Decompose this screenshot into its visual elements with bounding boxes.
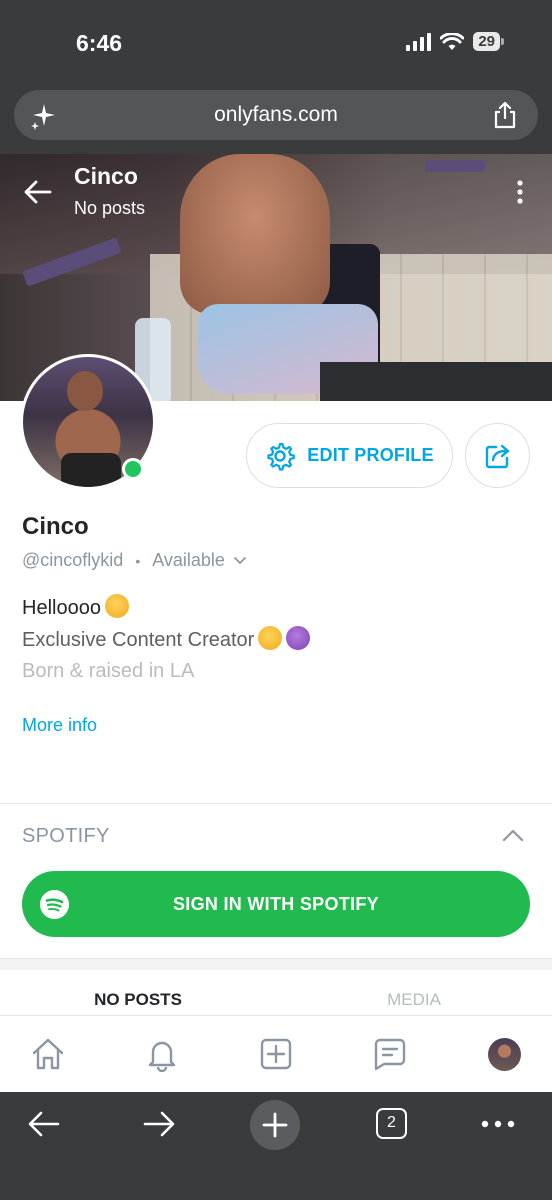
profile-avatar-nav[interactable] bbox=[488, 1038, 521, 1071]
url-text[interactable]: onlyfans.com bbox=[214, 103, 338, 127]
share-box-icon bbox=[485, 444, 509, 468]
battery-indicator: 29 bbox=[473, 32, 504, 51]
status-time: 6:46 bbox=[76, 30, 123, 56]
bio-line-1: Helloooo bbox=[22, 594, 129, 620]
plus-icon bbox=[262, 1112, 288, 1138]
spotify-section-title: SPOTIFY bbox=[22, 825, 110, 847]
new-tab-button[interactable] bbox=[250, 1100, 300, 1150]
edit-profile-button[interactable]: EDIT PROFILE bbox=[246, 423, 453, 488]
divider bbox=[0, 803, 552, 804]
battery-level: 29 bbox=[473, 32, 500, 51]
spotify-logo-icon bbox=[40, 890, 69, 919]
share-icon[interactable] bbox=[492, 101, 518, 129]
chevron-up-icon[interactable] bbox=[502, 828, 524, 842]
add-post-icon[interactable] bbox=[258, 1036, 294, 1072]
bio-line-2: Exclusive Content Creator bbox=[22, 626, 311, 652]
profile-handle: @cincoflykid bbox=[22, 550, 124, 570]
status-indicators: 29 bbox=[406, 32, 504, 51]
forward-arrow-icon[interactable] bbox=[143, 1110, 175, 1138]
more-vertical-icon[interactable] bbox=[516, 180, 524, 204]
top-chrome: 6:46 29 onlyfans.com bbox=[0, 0, 552, 154]
availability-dropdown[interactable]: Available bbox=[152, 550, 225, 571]
shushing-face-emoji bbox=[258, 626, 283, 650]
profile-name: Cinco bbox=[22, 513, 89, 540]
tab-no-posts[interactable]: NO POSTS bbox=[0, 990, 276, 1010]
wifi-icon bbox=[440, 32, 465, 50]
bio-line-3: Born & raised in LA bbox=[22, 660, 195, 682]
online-status-dot bbox=[122, 458, 144, 480]
spotify-signin-button[interactable]: SIGN IN WITH SPOTIFY bbox=[22, 871, 530, 937]
back-arrow-icon[interactable] bbox=[28, 1110, 60, 1138]
home-icon[interactable] bbox=[30, 1036, 66, 1072]
more-info-link[interactable]: More info bbox=[22, 715, 97, 736]
section-gap bbox=[0, 958, 552, 970]
smiling-devil-emoji bbox=[286, 626, 311, 650]
cover-subtitle: No posts bbox=[74, 198, 146, 218]
cover-title: Cinco bbox=[74, 163, 138, 189]
tabs-count-button[interactable]: 2 bbox=[376, 1108, 407, 1139]
shushing-face-emoji bbox=[104, 594, 129, 618]
share-profile-button[interactable] bbox=[465, 423, 530, 488]
bell-icon[interactable] bbox=[144, 1036, 180, 1072]
chevron-down-icon[interactable] bbox=[233, 556, 247, 566]
address-bar[interactable]: onlyfans.com bbox=[14, 90, 538, 140]
bottom-navigation bbox=[0, 1015, 552, 1092]
settings-gear-icon bbox=[267, 442, 296, 471]
browser-toolbar: 2 bbox=[0, 1092, 552, 1200]
cellular-signal-icon bbox=[406, 32, 432, 51]
tab-media[interactable]: MEDIA bbox=[276, 990, 552, 1010]
ellipsis-icon[interactable] bbox=[481, 1119, 515, 1129]
back-arrow-icon[interactable] bbox=[24, 180, 52, 204]
separator-dot: • bbox=[135, 552, 141, 569]
handle-row: @cincoflykid • Available bbox=[22, 550, 247, 571]
messages-icon[interactable] bbox=[372, 1036, 408, 1072]
spotify-signin-label: SIGN IN WITH SPOTIFY bbox=[172, 893, 379, 914]
edit-profile-label: EDIT PROFILE bbox=[307, 445, 434, 465]
sparkle-icon[interactable] bbox=[30, 102, 58, 130]
